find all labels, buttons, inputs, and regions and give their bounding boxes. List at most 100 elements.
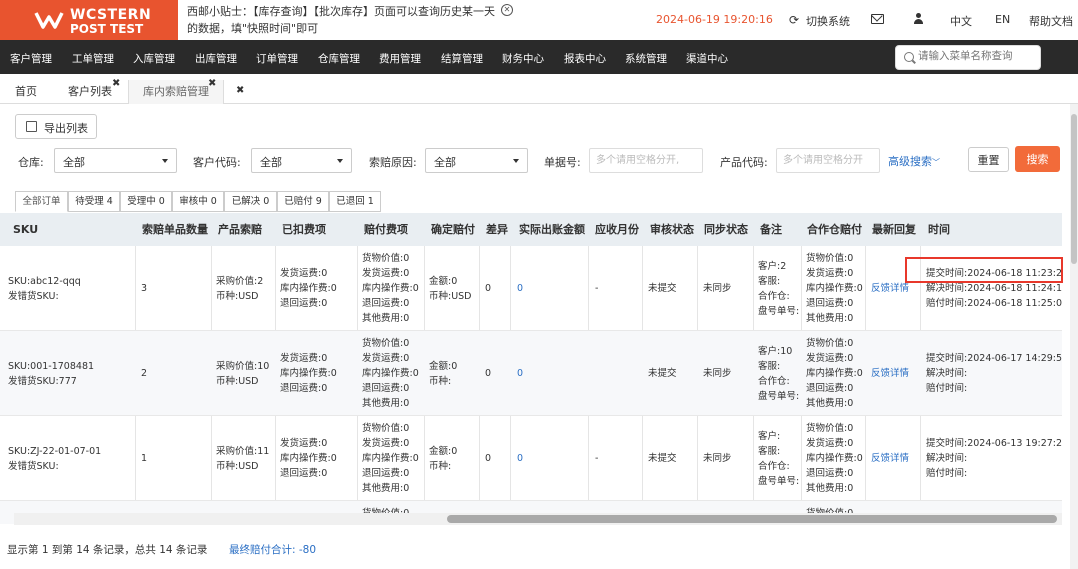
cell-sku: SKU:abc12-qqq 发错货SKU: — [8, 276, 81, 302]
cell-sku: SKU:001-1708481 发错货SKU:777 — [8, 361, 95, 387]
tip-message: 西邮小贴士：【库存查询】【批次库存】页面可以查询历史某一天 的数据，填"快照时间… — [187, 3, 507, 37]
table-row[interactable]: SKU:ZJ-22-01-07-01 发错货SKU: 1 采购价值:11 币种:US… — [0, 416, 1062, 501]
tab-close-icon[interactable]: ✖ — [236, 85, 244, 96]
status-tab-pending[interactable]: 待受理 4 — [68, 191, 120, 212]
search-icon — [904, 52, 914, 62]
status-tab-returned[interactable]: 已退回 1 — [329, 191, 381, 212]
export-list-button[interactable]: 导出列表 — [15, 114, 97, 139]
table-row[interactable]: SKU:001-1708481 发错货SKU:777 2 采购价值:10 币种:US… — [0, 331, 1062, 416]
col-claim[interactable]: 产品索赔 — [218, 213, 262, 246]
menu-search-input[interactable] — [918, 50, 1038, 62]
top-bar: WCSTERN POST TEST 西邮小贴士：【库存查询】【批次库存】页面可以… — [0, 0, 1078, 40]
cell-claim: 采购价值:11 币种:USD — [216, 446, 270, 472]
col-confirmed[interactable]: 确定赔付 — [431, 213, 475, 246]
cell-audit: 未提交 — [648, 283, 677, 294]
status-tab-paid[interactable]: 已赔付 9 — [277, 191, 329, 212]
caret-down-icon — [337, 159, 343, 163]
col-sync[interactable]: 同步状态 — [704, 213, 748, 246]
switch-system-link[interactable]: 切换系统 — [806, 13, 850, 29]
col-month[interactable]: 应收月份 — [595, 213, 639, 246]
customer-code-label: 客户代码: — [193, 156, 241, 169]
horizontal-scrollbar[interactable] — [14, 513, 1062, 525]
nav-item-fees[interactable]: 费用管理 — [379, 51, 421, 66]
feedback-detail-link[interactable]: 反馈详情 — [871, 366, 909, 381]
cell-remark: 客户:10 客服: 合作仓: 盘号单号: — [758, 346, 800, 402]
tab-customer-list[interactable]: 客户列表 — [68, 80, 112, 104]
claim-reason-select[interactable]: 全部 — [425, 148, 528, 173]
table-row[interactable]: SKU:abc12-qqq 发错货SKU: 3 采购价值:2 币种:USD 发货运费… — [0, 246, 1062, 331]
nav-item-channel[interactable]: 渠道中心 — [686, 51, 728, 66]
nav-item-workorder[interactable]: 工单管理 — [72, 51, 114, 66]
customer-code-select[interactable]: 全部 — [251, 148, 352, 173]
nav-item-settlement[interactable]: 结算管理 — [441, 51, 483, 66]
close-icon[interactable]: ✕ — [501, 4, 513, 16]
lang-en[interactable]: EN — [995, 13, 1010, 26]
cell-coop: 货物价值:0 发货运费:0 库内操作费:0 退回运费:0 其他费用:0 — [806, 253, 863, 324]
col-remark[interactable]: 备注 — [760, 213, 782, 246]
logo-mark-icon — [34, 12, 64, 29]
status-tab-reviewing[interactable]: 审核中 0 — [172, 191, 224, 212]
nav-item-inbound[interactable]: 入库管理 — [133, 51, 175, 66]
status-tab-all[interactable]: 全部订单 — [15, 191, 68, 212]
nav-item-system[interactable]: 系统管理 — [625, 51, 667, 66]
cell-remark: 客户:2 客服: 合作仓: 盘号单号: — [758, 261, 800, 317]
col-qty[interactable]: 索赔单品数量 — [142, 213, 208, 246]
search-button[interactable]: 搜索 — [1015, 146, 1060, 172]
help-docs-link[interactable]: 帮助文档 — [1029, 13, 1073, 29]
feedback-detail-link[interactable]: 反馈详情 — [871, 281, 909, 296]
vertical-scrollbar[interactable] — [1070, 104, 1078, 569]
lang-zh[interactable]: 中文 — [950, 13, 972, 29]
cell-time: 提交时间:2024-06-13 19:27:21 解决时间: 赔付时间: — [926, 438, 1062, 479]
cell-month: - — [595, 453, 599, 464]
cell-actual[interactable]: 0 — [517, 281, 523, 296]
nav-item-finance[interactable]: 财务中心 — [502, 51, 544, 66]
col-actual[interactable]: 实际出账金额 — [519, 213, 585, 246]
highlight-box — [905, 257, 1063, 283]
mail-icon[interactable] — [871, 14, 884, 24]
scrollbar-thumb[interactable] — [447, 515, 1057, 523]
advanced-search-link[interactable]: 高级搜索﹀ — [888, 153, 940, 169]
nav-item-customer[interactable]: 客户管理 — [10, 51, 52, 66]
status-tab-resolved[interactable]: 已解决 0 — [224, 191, 277, 212]
doc-number-input[interactable]: 多个请用空格分开, — [589, 148, 703, 173]
current-datetime: 2024-06-19 19:20:16 — [656, 13, 773, 26]
cell-payable: 货物价值:0 发货运费:0 库内操作费:0 退回运费:0 其他费用:0 — [362, 423, 419, 494]
reset-button[interactable]: 重置 — [968, 147, 1009, 172]
nav-item-reports[interactable]: 报表中心 — [564, 51, 606, 66]
warehouse-select[interactable]: 全部 — [54, 148, 177, 173]
doc-number-label: 单据号: — [544, 156, 581, 169]
feedback-detail-link[interactable]: 反馈详情 — [871, 451, 909, 466]
cell-diff: 0 — [485, 453, 492, 464]
product-code-input[interactable]: 多个请用空格分开 — [776, 148, 880, 173]
col-coop[interactable]: 合作仓赔付 — [807, 213, 862, 246]
cell-actual[interactable]: 0 — [517, 451, 523, 466]
col-diff[interactable]: 差异 — [486, 213, 508, 246]
swap-icon[interactable]: ⟳ — [789, 13, 799, 27]
nav-item-orders[interactable]: 订单管理 — [256, 51, 298, 66]
col-deducted[interactable]: 已扣费项 — [282, 213, 326, 246]
user-icon[interactable] — [914, 13, 923, 24]
caret-down-icon — [162, 159, 168, 163]
logo-text-line1: WCSTERN — [70, 7, 152, 23]
tab-close-icon[interactable]: ✖ — [112, 78, 120, 89]
nav-item-warehouse[interactable]: 仓库管理 — [318, 51, 360, 66]
cell-confirmed: 金额:0 币种: — [429, 446, 458, 472]
col-audit[interactable]: 审核状态 — [650, 213, 694, 246]
status-tab-processing[interactable]: 受理中 0 — [120, 191, 172, 212]
menu-search[interactable] — [895, 45, 1041, 70]
cell-confirmed: 金额:0 币种: — [429, 361, 458, 387]
logo[interactable]: WCSTERN POST TEST — [0, 0, 178, 40]
nav-item-outbound[interactable]: 出库管理 — [195, 51, 237, 66]
scrollbar-thumb[interactable] — [1071, 114, 1077, 264]
col-payable[interactable]: 赔付费项 — [364, 213, 408, 246]
cell-claim: 采购价值:2 币种:USD — [216, 276, 264, 302]
tab-close-icon[interactable]: ✖ — [208, 78, 216, 89]
col-time[interactable]: 时间 — [928, 213, 950, 246]
cell-audit: 未提交 — [648, 368, 677, 379]
tab-home[interactable]: 首页 — [15, 80, 37, 104]
col-reply[interactable]: 最新回复 — [872, 213, 916, 246]
export-icon — [26, 121, 37, 132]
cell-confirmed: 金额:0 币种:USD — [429, 276, 472, 302]
col-sku[interactable]: SKU — [13, 213, 38, 246]
cell-actual[interactable]: 0 — [517, 366, 523, 381]
